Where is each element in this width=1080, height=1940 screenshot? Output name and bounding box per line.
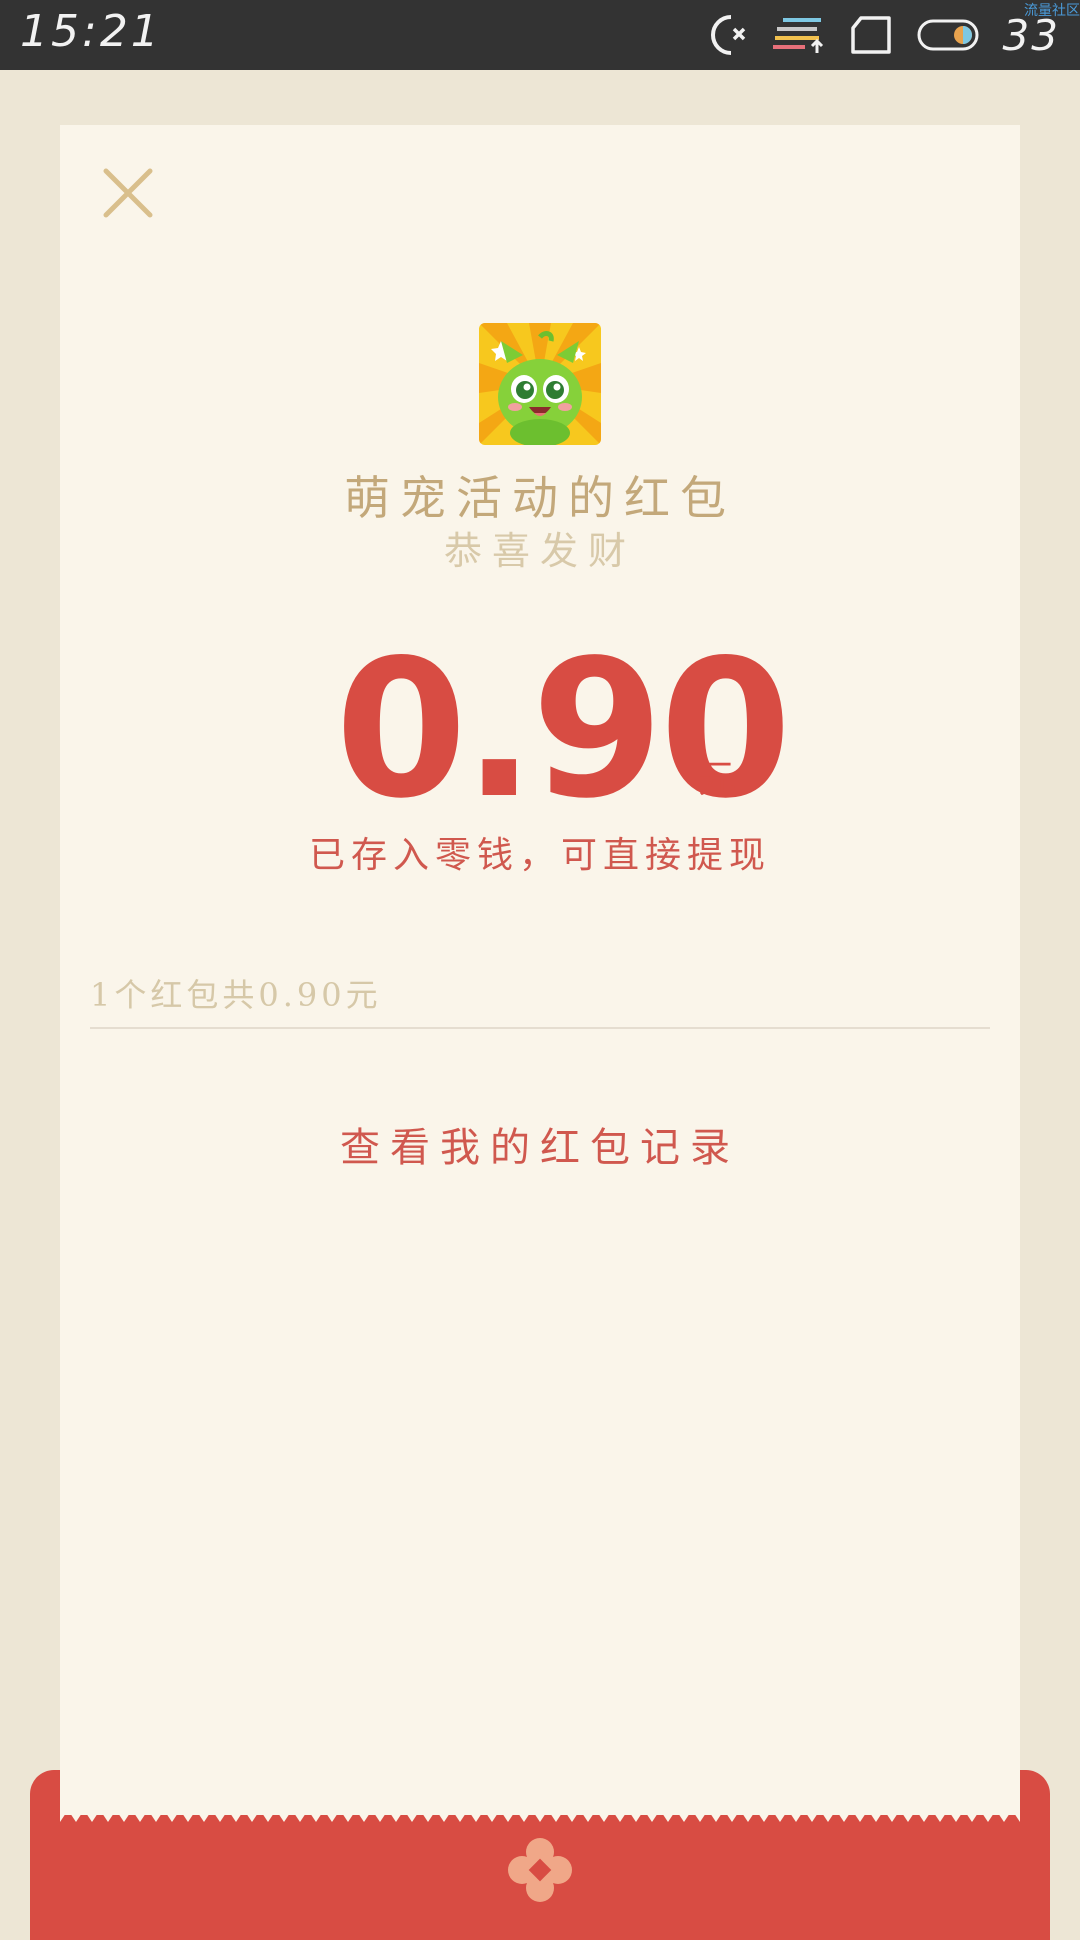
status-bar: 15:21 33 流量社区 (0, 0, 1080, 70)
deposit-note: 已存入零钱，可直接提现 (308, 835, 771, 876)
divider (90, 1027, 990, 1029)
close-icon[interactable] (100, 165, 156, 221)
status-time: 15:21 (20, 6, 162, 57)
alarm-off-icon (710, 15, 745, 55)
data-transfer-icon (772, 18, 823, 53)
packet-summary: 1个红包共0.90元 (90, 976, 382, 1014)
status-icons: 33 (705, 10, 1060, 60)
card-zigzag-edge (60, 1808, 1020, 1822)
view-records-link[interactable]: 查看我的红包记录 (0, 1115, 1080, 1173)
pet-avatar-icon (479, 323, 601, 445)
battery-icon (917, 19, 979, 51)
greeting-text: 恭喜发财 (443, 529, 636, 573)
flower-emblem-icon (508, 1838, 572, 1902)
amount-unit: 元 (698, 757, 737, 801)
sender-name: 萌宠活动的红包 (344, 471, 736, 525)
watermark: 流量社区 (1024, 3, 1080, 19)
sim-icon (850, 16, 891, 54)
